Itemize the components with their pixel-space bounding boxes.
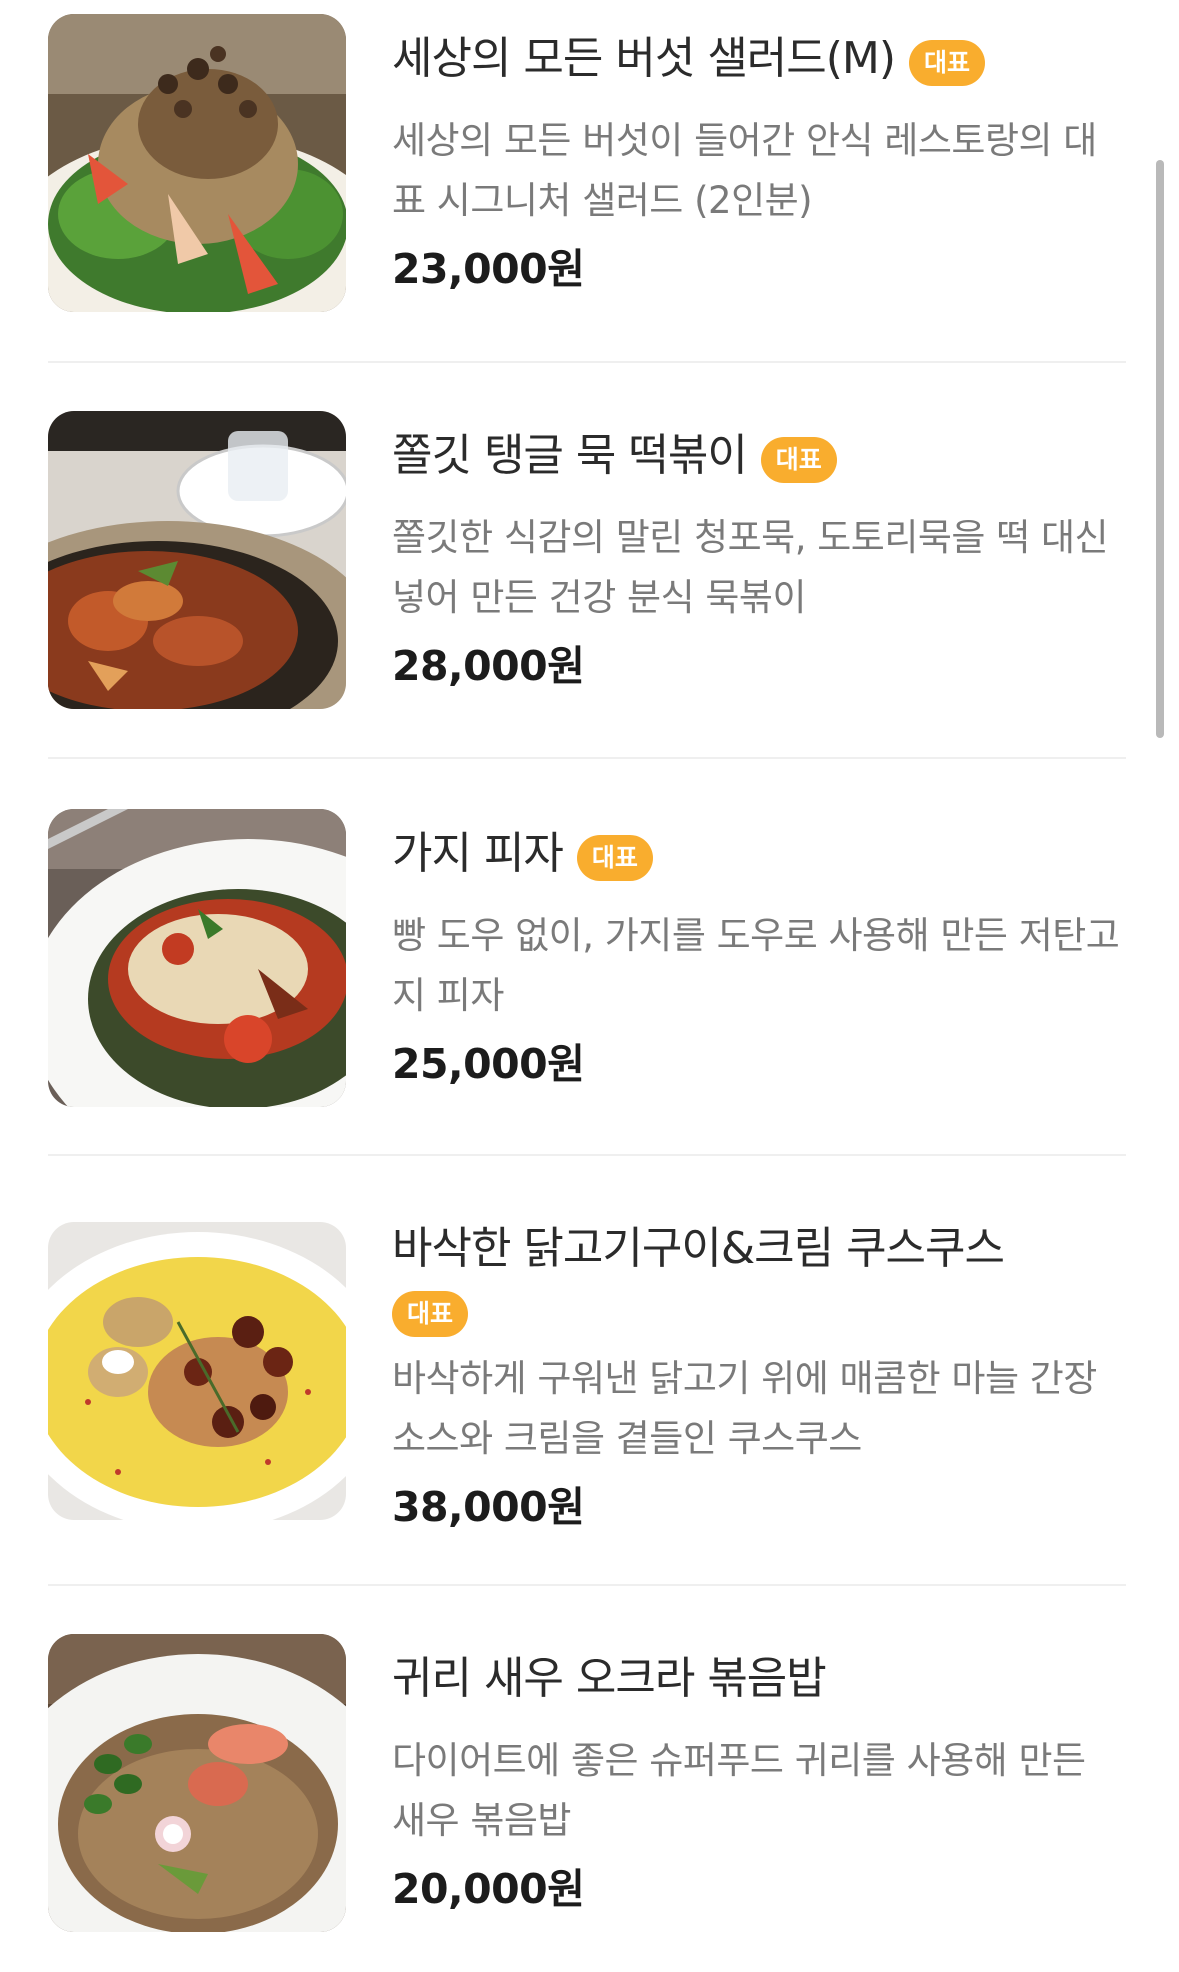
oat-shrimp-rice-photo xyxy=(48,1634,346,1932)
divider xyxy=(48,757,1126,759)
eggplant-pizza-image xyxy=(48,809,346,1107)
menu-item-info: 바삭한 닭고기구이&크림 쿠스쿠스 대표 바삭하게 구워낸 닭고기 위에 매콤한… xyxy=(392,1218,1126,1537)
title-row: 귀리 새우 오크라 볶음밥 xyxy=(392,1648,1126,1719)
mushroom-salad-image xyxy=(48,14,346,312)
title-row: 바삭한 닭고기구이&크림 쿠스쿠스 대표 xyxy=(392,1218,1126,1337)
chicken-couscous-image xyxy=(48,1222,346,1520)
menu-item-price: 28,000원 xyxy=(392,642,585,690)
muk-tteokbokki-image xyxy=(48,411,346,709)
menu-item-title: 귀리 새우 오크라 볶음밥 xyxy=(392,1653,827,1704)
chicken-couscous-photo xyxy=(48,1222,346,1520)
menu-item-price: 23,000원 xyxy=(392,245,585,293)
mushroom-salad-photo xyxy=(48,14,346,312)
signature-badge: 대표 xyxy=(392,1291,468,1337)
menu-item-description: 쫄깃한 식감의 말린 청포묵, 도토리묵을 떡 대신 넣어 만든 건강 분식 묵… xyxy=(392,516,1109,619)
menu-item-price: 20,000원 xyxy=(392,1865,585,1913)
muk-tteokbokki-photo xyxy=(48,411,346,709)
title-row: 가지 피자 대표 xyxy=(392,823,1126,894)
oat-shrimp-rice-image xyxy=(48,1634,346,1932)
menu-item-title: 세상의 모든 버섯 샐러드(M) xyxy=(392,33,896,84)
menu-item-description: 바삭하게 구워낸 닭고기 위에 매콤한 마늘 간장소스와 크림을 곁들인 쿠스쿠… xyxy=(392,1357,1097,1460)
menu-item-price: 38,000원 xyxy=(392,1483,585,1531)
divider xyxy=(48,361,1126,363)
signature-badge: 대표 xyxy=(576,834,653,881)
title-row: 세상의 모든 버섯 샐러드(M) 대표 xyxy=(392,28,1126,99)
menu-item[interactable]: 가지 피자 대표 빵 도우 없이, 가지를 도우로 사용해 만든 저탄고지 피자 … xyxy=(48,809,1126,1109)
title-row: 쫄깃 탱글 묵 떡볶이 대표 xyxy=(392,425,1126,496)
menu-item-description: 빵 도우 없이, 가지를 도우로 사용해 만든 저탄고지 피자 xyxy=(392,914,1120,1017)
eggplant-pizza-photo xyxy=(48,809,346,1107)
signature-badge: 대표 xyxy=(909,39,986,86)
menu-item[interactable]: 바삭한 닭고기구이&크림 쿠스쿠스 대표 바삭하게 구워낸 닭고기 위에 매콤한… xyxy=(48,1222,1126,1531)
menu-item-description: 세상의 모든 버섯이 들어간 안식 레스토랑의 대표 시그니처 샐러드 (2인분… xyxy=(392,119,1097,222)
menu-item-title: 바삭한 닭고기구이&크림 쿠스쿠스 xyxy=(392,1223,1005,1274)
menu-item-info: 가지 피자 대표 빵 도우 없이, 가지를 도우로 사용해 만든 저탄고지 피자 … xyxy=(392,823,1126,1094)
menu-item-info: 쫄깃 탱글 묵 떡볶이 대표 쫄깃한 식감의 말린 청포묵, 도토리묵을 떡 대신… xyxy=(392,425,1126,696)
menu-item-title: 가지 피자 xyxy=(392,828,564,879)
menu-item-info: 귀리 새우 오크라 볶음밥 다이어트에 좋은 슈퍼푸드 귀리를 사용해 만든 새… xyxy=(392,1648,1126,1919)
divider xyxy=(48,1584,1126,1586)
divider xyxy=(48,1154,1126,1156)
menu-item[interactable]: 쫄깃 탱글 묵 떡볶이 대표 쫄깃한 식감의 말린 청포묵, 도토리묵을 떡 대신… xyxy=(48,411,1126,711)
menu-item-price: 25,000원 xyxy=(392,1040,585,1088)
menu-item[interactable]: 귀리 새우 오크라 볶음밥 다이어트에 좋은 슈퍼푸드 귀리를 사용해 만든 새… xyxy=(48,1634,1126,1934)
menu-item[interactable]: 세상의 모든 버섯 샐러드(M) 대표 세상의 모든 버섯이 들어간 안식 레스토… xyxy=(48,14,1126,314)
signature-badge: 대표 xyxy=(760,436,837,483)
menu-item-title: 쫄깃 탱글 묵 떡볶이 xyxy=(392,430,748,481)
scrollbar[interactable] xyxy=(1156,160,1164,738)
menu-item-description: 다이어트에 좋은 슈퍼푸드 귀리를 사용해 만든 새우 볶음밥 xyxy=(392,1739,1086,1842)
menu-item-info: 세상의 모든 버섯 샐러드(M) 대표 세상의 모든 버섯이 들어간 안식 레스토… xyxy=(392,28,1126,299)
